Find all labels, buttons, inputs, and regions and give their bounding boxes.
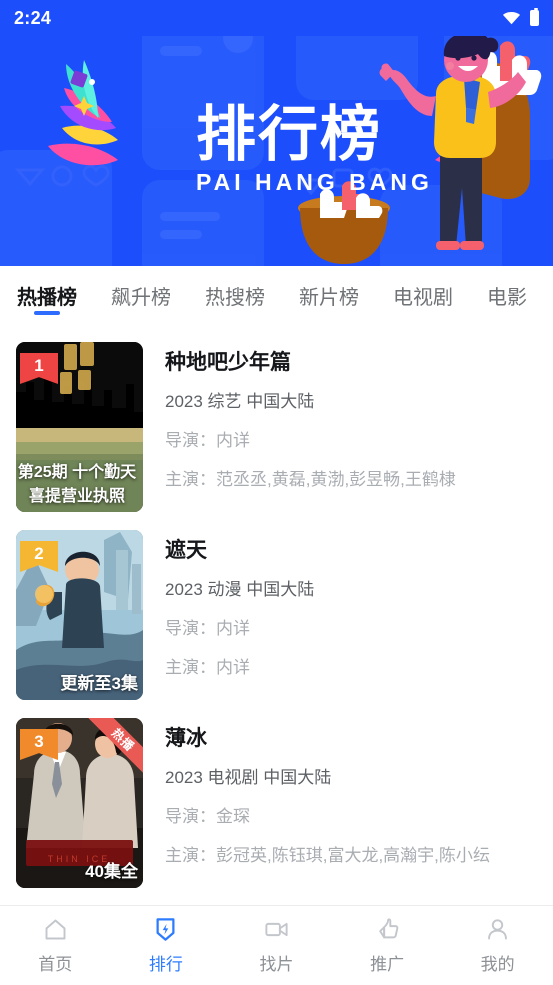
poster-caption: 40集全 — [85, 862, 138, 881]
item-meta: 薄冰 2023 电视剧 中国大陆 导演：金琛 主演：彭冠英,陈钰琪,富大龙,高瀚… — [143, 718, 537, 888]
poster-overlay-text: 第25期 十个勤天喜提营业执照 — [17, 464, 137, 505]
tab-rising[interactable]: 飙升榜 — [94, 266, 188, 324]
nav-label: 首页 — [38, 954, 73, 974]
ranking-banner: 排行榜 PAI HANG BANG 排行榜 PAI HANG BANG — [0, 0, 553, 266]
nav-item-home[interactable]: 首页 — [0, 906, 111, 985]
bottom-navigation[interactable]: 首页 排行 找片 推广 我的 — [0, 905, 553, 984]
tab-label: 电视剧 — [393, 286, 453, 309]
nav-item-promotion[interactable]: 推广 — [332, 906, 443, 985]
item-actors: 主演：范丞丞,黄磊,黄渤,彭昱畅,王鹤棣 — [165, 470, 456, 490]
poster-thumbnail[interactable]: 1 第25期 十个勤天喜提营业执照 — [16, 342, 143, 512]
home-icon — [45, 919, 66, 939]
tab-label: 热搜榜 — [205, 286, 265, 309]
hot-ribbon-label: 热播 — [85, 718, 143, 778]
nav-label: 推广 — [370, 954, 405, 974]
nav-item-ranking[interactable]: 排行 — [111, 906, 222, 985]
status-time: 2:24 — [14, 7, 52, 28]
battery-icon — [530, 8, 539, 26]
poster-caption: 更新至3集 — [60, 674, 138, 693]
tab-hot-search[interactable]: 热搜榜 — [188, 266, 282, 324]
item-title: 种地吧少年篇 — [165, 351, 291, 374]
item-title: 遮天 — [165, 539, 207, 562]
status-bar: 2:24 — [0, 0, 553, 36]
tab-new[interactable]: 新片榜 — [282, 266, 376, 324]
hot-ribbon: 热播 — [83, 718, 143, 778]
item-actors: 主演：内详 — [165, 658, 250, 678]
item-subinfo: 2023 综艺 中国大陆 — [165, 392, 315, 412]
list-item[interactable]: 1 第25期 十个勤天喜提营业执照 种地吧少年篇 2023 综艺 中国大陆 导演… — [0, 324, 553, 512]
tab-label: 新片榜 — [299, 286, 359, 309]
list-item[interactable]: 2 更新至3集 遮天 2023 动漫 中国大陆 导演：内详 主演：内详 — [0, 512, 553, 700]
nav-label: 我的 — [480, 954, 515, 974]
ranking-list[interactable]: 1 第25期 十个勤天喜提营业执照 种地吧少年篇 2023 综艺 中国大陆 导演… — [0, 324, 553, 905]
rank-shield-icon — [156, 917, 175, 941]
tab-hot-play[interactable]: 热播榜 — [0, 266, 94, 324]
item-director: 导演：金琛 — [165, 807, 250, 827]
thumbs-up-icon — [378, 917, 398, 938]
nav-label: 排行 — [148, 954, 183, 974]
item-director: 导演：内详 — [165, 431, 250, 451]
item-subinfo: 2023 动漫 中国大陆 — [165, 580, 315, 600]
nav-item-mine[interactable]: 我的 — [442, 906, 553, 985]
nav-label: 找片 — [259, 954, 294, 974]
tab-active-underline — [34, 311, 60, 315]
ranking-tabs[interactable]: 热播榜 飙升榜 热搜榜 新片榜 电视剧 电影 — [0, 266, 553, 324]
banner-subtitle-text: PAI HANG BANG — [196, 169, 433, 195]
banner-title-text: 排行榜 — [196, 101, 382, 168]
poster-thumbnail[interactable]: THIN ICE 热播 3 40集全 — [16, 718, 143, 888]
item-meta: 遮天 2023 动漫 中国大陆 导演：内详 主演：内详 — [143, 530, 537, 700]
item-meta: 种地吧少年篇 2023 综艺 中国大陆 导演：内详 主演：范丞丞,黄磊,黄渤,彭… — [143, 342, 537, 512]
list-item[interactable]: THIN ICE 热播 3 40集全 薄冰 2023 电视剧 中国大陆 导演：金… — [0, 700, 553, 888]
person-icon — [488, 918, 508, 939]
tab-label: 热播榜 — [17, 286, 77, 309]
item-director: 导演：内详 — [165, 619, 250, 639]
video-camera-icon — [265, 922, 288, 936]
banner-illustration: 排行榜 PAI HANG BANG — [0, 0, 553, 266]
tab-label: 电影 — [487, 286, 527, 309]
nav-item-find[interactable]: 找片 — [221, 906, 332, 985]
item-subinfo: 2023 电视剧 中国大陆 — [165, 768, 332, 788]
item-actors: 主演：彭冠英,陈钰琪,富大龙,高瀚宇,陈小纭 — [165, 846, 490, 866]
tab-tv-series[interactable]: 电视剧 — [376, 266, 470, 324]
tab-movie[interactable]: 电影 — [470, 266, 544, 324]
status-icons — [502, 8, 539, 26]
poster-thumbnail[interactable]: 2 更新至3集 — [16, 530, 143, 700]
tab-label: 飙升榜 — [111, 286, 171, 309]
item-title: 薄冰 — [165, 727, 207, 750]
wifi-icon — [502, 11, 521, 25]
